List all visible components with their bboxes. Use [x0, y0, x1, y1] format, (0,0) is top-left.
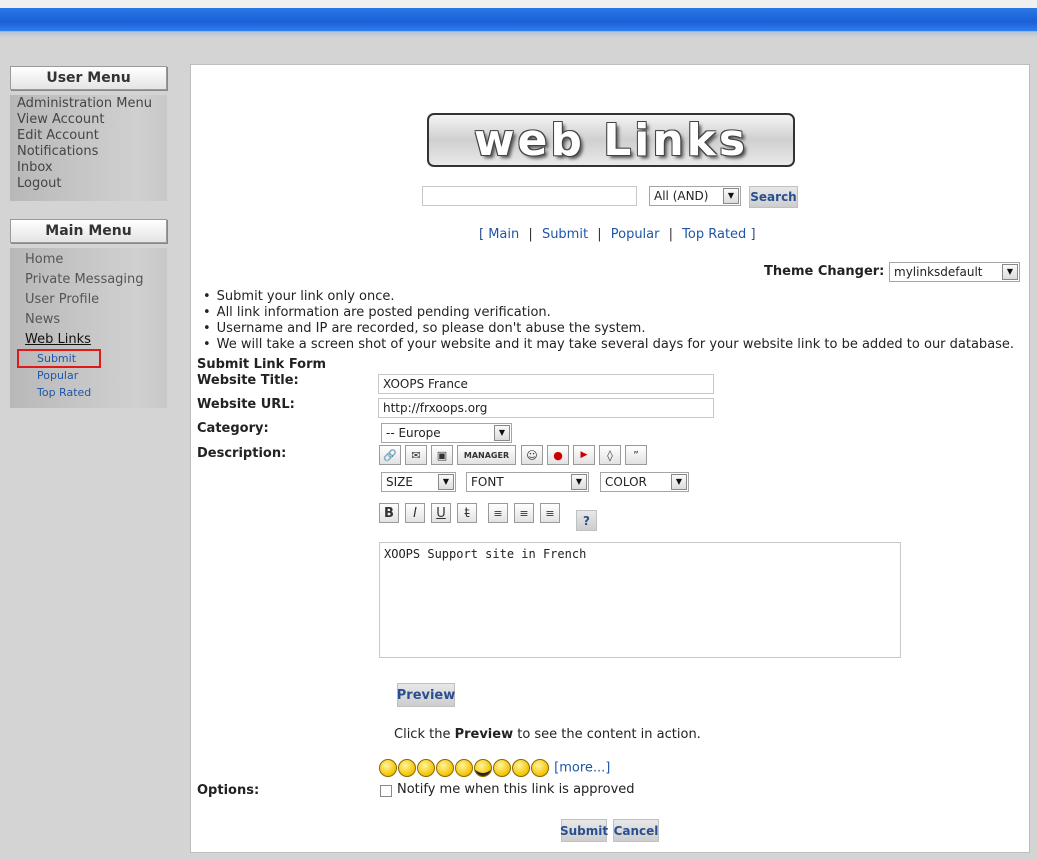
header-shadow	[0, 32, 1037, 38]
cancel-button[interactable]: Cancel	[613, 819, 659, 842]
main-menu-sub-top-rated[interactable]: Top Rated	[10, 384, 167, 401]
chevron-down-icon: ▼	[571, 474, 587, 490]
theme-select[interactable]: mylinksdefault ▼	[889, 262, 1020, 282]
web-links-logo: web Links	[427, 113, 795, 167]
rule-item: We will take a screen shot of your websi…	[201, 337, 1014, 353]
frown-icon[interactable]	[417, 759, 435, 777]
preview-button[interactable]: Preview	[397, 683, 455, 707]
color-select[interactable]: COLOR ▼	[600, 472, 689, 492]
user-menu-title: User Menu	[10, 66, 167, 90]
smiley-icon[interactable]: ☺	[521, 445, 543, 465]
main-menu-title: Main Menu	[10, 219, 167, 243]
user-menu-item-logout[interactable]: Logout	[10, 176, 167, 192]
user-menu-item-view-account[interactable]: View Account	[10, 112, 167, 128]
neutral-icon[interactable]	[493, 759, 511, 777]
smile-icon[interactable]	[398, 759, 416, 777]
main-menu-item-home[interactable]: Home	[10, 250, 167, 270]
italic-button[interactable]: I	[405, 503, 425, 523]
user-menu-item-administration[interactable]: Administration Menu	[10, 96, 167, 112]
quote-icon[interactable]: ”	[625, 445, 647, 465]
grin-icon[interactable]	[379, 759, 397, 777]
user-menu-item-notifications[interactable]: Notifications	[10, 144, 167, 160]
flash-icon[interactable]: ●	[547, 445, 569, 465]
submit-button[interactable]: Submit	[560, 819, 608, 842]
align-left-icon[interactable]: ≡	[488, 503, 508, 523]
website-url-label: Website URL:	[197, 397, 295, 412]
surprised-icon[interactable]	[436, 759, 454, 777]
main-menu-item-web-links[interactable]: Web Links	[10, 330, 167, 350]
header-bar	[0, 8, 1037, 32]
category-value: -- Europe	[386, 426, 441, 440]
rule-item: Username and IP are recorded, so please …	[201, 321, 1014, 337]
color-select-value: COLOR	[605, 475, 647, 489]
eyes-icon[interactable]	[455, 759, 473, 777]
cool-icon[interactable]	[474, 759, 492, 777]
smiley-row: [more...]	[379, 759, 610, 777]
main-menu: Home Private Messaging User Profile News…	[10, 248, 167, 408]
youtube-icon[interactable]: ▶	[573, 445, 595, 465]
nav-submit-link[interactable]: Submit	[542, 227, 588, 242]
bold-button[interactable]: B	[379, 503, 399, 523]
rule-item: All link information are posted pending …	[201, 305, 1014, 321]
description-textarea[interactable]: XOOPS Support site in French	[379, 542, 901, 658]
chevron-down-icon: ▼	[723, 188, 739, 204]
align-right-icon[interactable]: ≡	[540, 503, 560, 523]
user-menu-item-inbox[interactable]: Inbox	[10, 160, 167, 176]
chevron-down-icon: ▼	[671, 474, 687, 490]
user-menu-item-edit-account[interactable]: Edit Account	[10, 128, 167, 144]
website-url-input[interactable]: http://frxoops.org	[378, 398, 714, 418]
link-icon[interactable]: 🔗	[379, 445, 401, 465]
theme-value: mylinksdefault	[894, 265, 983, 279]
font-select[interactable]: FONT ▼	[466, 472, 589, 492]
user-menu: Administration Menu View Account Edit Ac…	[10, 95, 167, 201]
main-menu-sub-submit[interactable]: Submit	[17, 349, 101, 368]
notify-checkbox[interactable]	[380, 785, 392, 797]
main-menu-item-news[interactable]: News	[10, 310, 167, 330]
search-mode-select[interactable]: All (AND) ▼	[649, 186, 741, 206]
underline-button[interactable]: U	[431, 503, 451, 523]
size-select[interactable]: SIZE ▼	[381, 472, 456, 492]
search-button[interactable]: Search	[749, 186, 798, 208]
email-icon[interactable]: ✉	[405, 445, 427, 465]
rule-item: Submit your link only once.	[201, 289, 1014, 305]
website-title-label: Website Title:	[197, 373, 299, 388]
notify-label: Notify me when this link is approved	[397, 782, 635, 797]
image-icon[interactable]: ▣	[431, 445, 453, 465]
category-label: Category:	[197, 421, 269, 436]
size-select-value: SIZE	[386, 475, 413, 489]
image-manager-button[interactable]: MANAGER	[457, 445, 516, 465]
category-select[interactable]: -- Europe ▼	[381, 423, 512, 443]
code-icon[interactable]: ◊	[599, 445, 621, 465]
nav-top-rated-link[interactable]: Top Rated	[682, 227, 746, 242]
strikethrough-button[interactable]: t	[457, 503, 477, 523]
description-label: Description:	[197, 446, 287, 461]
font-select-value: FONT	[471, 475, 504, 489]
theme-changer-label: Theme Changer:	[764, 264, 885, 279]
align-center-icon[interactable]: ≡	[514, 503, 534, 523]
tongue-icon[interactable]	[531, 759, 549, 777]
nav-main-link[interactable]: Main	[488, 227, 519, 242]
search-mode-value: All (AND)	[654, 189, 709, 203]
main-menu-sub-popular[interactable]: Popular	[10, 367, 167, 384]
preview-hint: Click the Preview to see the content in …	[394, 727, 701, 742]
wink-icon[interactable]	[512, 759, 530, 777]
form-title: Submit Link Form	[197, 357, 327, 372]
top-strip	[0, 0, 1037, 8]
website-title-input[interactable]: XOOPS France	[378, 374, 714, 394]
chevron-down-icon: ▼	[494, 425, 510, 441]
options-label: Options:	[197, 783, 260, 798]
submit-rules: Submit your link only once. All link inf…	[201, 289, 1014, 353]
nav-popular-link[interactable]: Popular	[611, 227, 660, 242]
help-button[interactable]: ?	[576, 510, 597, 531]
chevron-down-icon: ▼	[1002, 264, 1018, 280]
main-menu-item-private-messaging[interactable]: Private Messaging	[10, 270, 167, 290]
main-menu-item-user-profile[interactable]: User Profile	[10, 290, 167, 310]
search-input[interactable]	[422, 186, 637, 206]
more-smileys-link[interactable]: more...	[559, 761, 605, 776]
main-content: web Links All (AND) ▼ Search [ Main | Su…	[190, 64, 1030, 853]
chevron-down-icon: ▼	[438, 474, 454, 490]
weblinks-nav: [ Main | Submit | Popular | Top Rated ]	[479, 227, 756, 242]
